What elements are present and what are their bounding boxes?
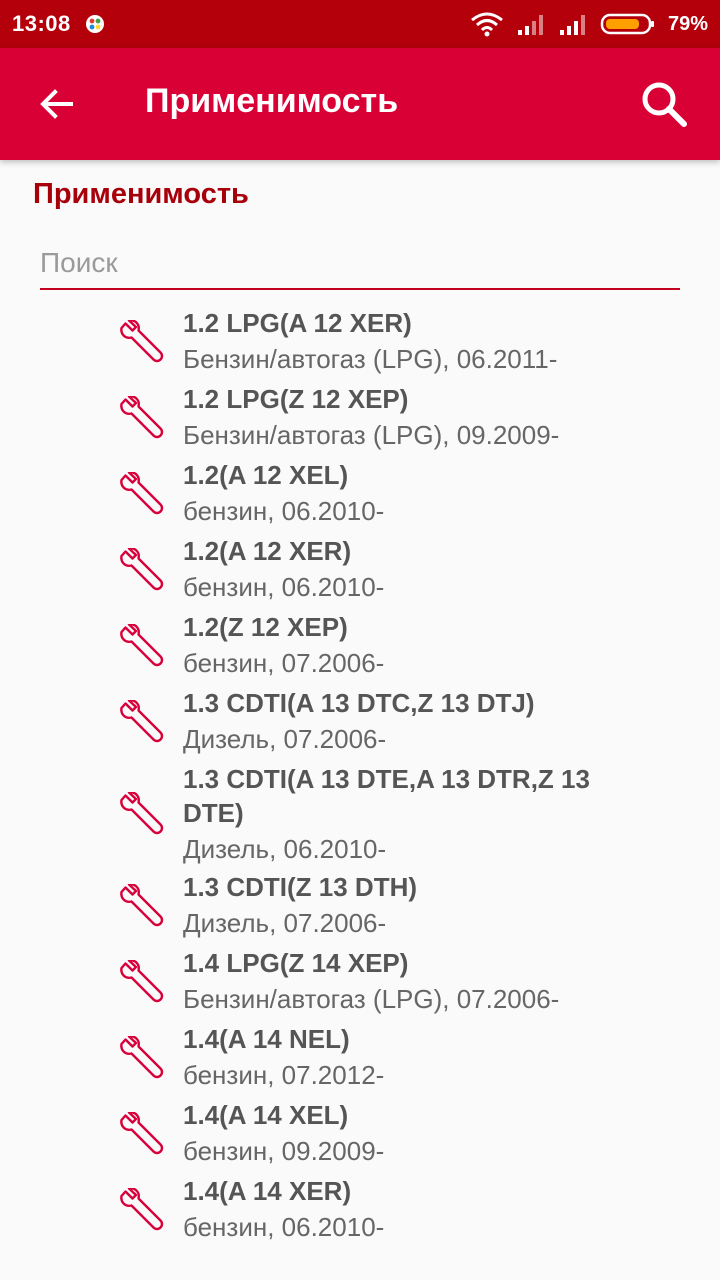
item-fuel-date: Дизель, 07.2006- <box>183 908 387 938</box>
status-bar: 13:08 79% <box>0 0 720 48</box>
item-engine: 1.3 CDTI(Z 13 DTH) <box>183 872 418 902</box>
item-fuel-date: Бензин/автогаз (LPG), 06.2011- <box>183 300 720 302</box>
signal-icon <box>559 15 585 35</box>
list-item[interactable]: 1.2(A 12 XER) бензин, 06.2010- <box>0 532 720 608</box>
item-engine: 1.2(A 12 XEL) <box>183 460 349 490</box>
list-item[interactable]: 1.3 CDTI(A 13 DTC,Z 13 DTJ) Дизель, 07.2… <box>0 684 720 760</box>
wrench-icon <box>120 624 164 667</box>
section-title: Применимость <box>33 178 249 210</box>
app-bar-title: Применимость <box>145 82 399 120</box>
applicability-list[interactable]: 1.2 LPG(A 12 XEL) Бензин/автогаз (LPG), … <box>0 300 720 1280</box>
status-time: 13:08 <box>12 11 71 36</box>
wrench-icon <box>120 792 164 835</box>
wrench-icon <box>120 1188 164 1231</box>
wrench-icon <box>120 1036 164 1079</box>
item-engine: 1.2(Z 12 XEP) <box>183 612 348 642</box>
battery-percent: 79% <box>667 12 708 35</box>
list-item[interactable]: 1.2(A 12 XEL) бензин, 06.2010- <box>0 456 720 532</box>
search-input[interactable] <box>40 244 680 290</box>
item-fuel-date: Бензин/автогаз (LPG), 07.2006- <box>183 984 560 1014</box>
item-engine: 1.3 CDTI(A 13 DTE,A 13 DTR,Z 13 DTE) <box>183 764 590 828</box>
item-fuel-date: бензин, 06.2010- <box>183 496 385 526</box>
wrench-icon <box>120 396 164 439</box>
item-fuel-date: бензин, 07.2006- <box>183 648 385 678</box>
list-item[interactable]: 1.4(A 14 XER) бензин, 06.2010- <box>0 1172 720 1248</box>
arrow-back-icon <box>40 89 73 119</box>
item-fuel-date: Бензин/автогаз (LPG), 09.2009- <box>183 420 560 450</box>
notification-app-icon <box>85 15 104 33</box>
item-fuel-date: бензин, 06.2010- <box>183 1212 385 1242</box>
wifi-icon <box>471 12 503 37</box>
item-engine: 1.4(A 14 NEL) <box>183 1024 350 1054</box>
item-fuel-date: Бензин/автогаз (LPG), 06.2011- <box>183 344 558 374</box>
search-button[interactable] <box>634 74 694 134</box>
item-fuel-date: бензин, 09.2009- <box>183 1136 385 1166</box>
item-engine: 1.4 LPG(Z 14 XEP) <box>183 948 409 978</box>
item-fuel-date: бензин, 06.2010- <box>183 572 385 602</box>
list-item[interactable]: 1.2 LPG(Z 12 XEP) Бензин/автогаз (LPG), … <box>0 380 720 456</box>
item-engine: 1.2 LPG(Z 12 XEP) <box>183 384 409 414</box>
list-item[interactable]: 1.3 CDTI(Z 13 DTH) Дизель, 07.2006- <box>0 868 720 944</box>
wrench-icon <box>120 548 164 591</box>
list-item[interactable]: 1.4(A 14 NEL) бензин, 07.2012- <box>0 1020 720 1096</box>
app-bar: Применимость <box>0 48 720 160</box>
item-engine: 1.4(A 14 XER) <box>183 1176 352 1206</box>
item-engine: 1.2 LPG(A 12 XER) <box>183 308 412 338</box>
wrench-icon <box>120 700 164 743</box>
wrench-icon <box>120 960 164 1003</box>
wrench-icon <box>120 884 164 927</box>
back-button[interactable] <box>28 76 84 132</box>
item-fuel-date: бензин, 07.2012- <box>183 1060 385 1090</box>
search-icon <box>642 82 687 127</box>
item-fuel-date: Дизель, 06.2010- <box>183 834 387 864</box>
item-engine: 1.2(A 12 XER) <box>183 536 352 566</box>
wrench-icon <box>120 1112 164 1155</box>
item-engine: 1.3 CDTI(A 13 DTC,Z 13 DTJ) <box>183 688 535 718</box>
list-item[interactable]: 1.4 LPG(Z 14 XEP) Бензин/автогаз (LPG), … <box>0 944 720 1020</box>
list-item[interactable]: 1.3 CDTI(A 13 DTE,A 13 DTR,Z 13 DTE) Диз… <box>0 760 720 868</box>
list-item[interactable]: 1.2(Z 12 XEP) бензин, 07.2006- <box>0 608 720 684</box>
battery-icon <box>600 13 654 35</box>
list-item[interactable]: 1.4(A 14 XEL) бензин, 09.2009- <box>0 1096 720 1172</box>
wrench-icon <box>120 472 164 515</box>
item-engine: 1.4(A 14 XEL) <box>183 1100 349 1130</box>
signal-icon <box>517 15 543 35</box>
item-fuel-date: Дизель, 07.2006- <box>183 724 387 754</box>
list-item[interactable]: 1.2 LPG(A 12 XER) Бензин/автогаз (LPG), … <box>0 304 720 380</box>
wrench-icon <box>120 320 164 363</box>
